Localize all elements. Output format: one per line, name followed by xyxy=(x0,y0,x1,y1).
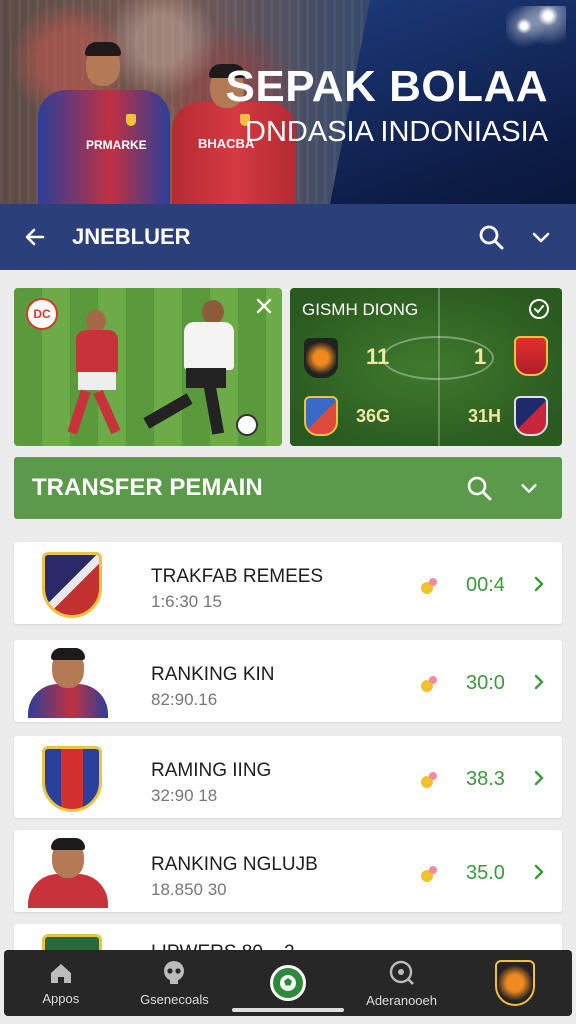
section-search-icon[interactable] xyxy=(464,473,494,503)
home-team-crest-2-icon xyxy=(304,396,338,436)
tab-label: Gsenecoals xyxy=(140,991,209,1007)
list-item[interactable]: RANKING KIN 82:90.16 30:0 xyxy=(14,640,562,722)
item-title: RANKING NGLUJB xyxy=(151,854,318,875)
chevron-right-icon[interactable] xyxy=(532,575,546,598)
item-subtitle: 32:90 18 xyxy=(151,786,218,805)
soccer-ball xyxy=(236,414,258,436)
stat-home: 36G xyxy=(356,406,391,426)
list-item[interactable]: RANKING NGLUJB 18.850 30 35.0 xyxy=(14,830,562,912)
bottom-tab-bar: Appos Gsenecoals Aderanooeh xyxy=(4,950,572,1016)
tab-label: Appos xyxy=(42,990,80,1006)
tab-search[interactable]: Aderanooeh xyxy=(352,953,452,1013)
navbar-title: JNEBLUER xyxy=(72,224,191,249)
chevron-right-icon[interactable] xyxy=(532,863,546,886)
medal-icon xyxy=(419,864,439,884)
section-chevron-down-icon[interactable] xyxy=(514,473,544,503)
hero-subtitle: DNDASIA INDONIASIA xyxy=(245,116,548,148)
hero-title: SEPAK BOLAA xyxy=(225,62,548,111)
item-title: RAMING IING xyxy=(151,760,272,781)
item-title: RANKING KIN xyxy=(151,664,275,685)
item-subtitle: 1:6:30 15 xyxy=(151,592,222,611)
item-value: 30:0 xyxy=(466,672,505,694)
chevron-right-icon[interactable] xyxy=(532,769,546,792)
list-item[interactable]: RAMING IING 32:90 18 38.3 xyxy=(14,736,562,818)
match-score-card[interactable]: GISMH DIONG 11 1 36G 31H xyxy=(290,288,562,446)
club-crest-icon xyxy=(42,746,106,812)
player-1-shirt-text: PRMARKE xyxy=(86,138,147,152)
away-team-crest-icon xyxy=(514,336,548,376)
skull-icon xyxy=(164,960,185,984)
tab-home-center[interactable] xyxy=(238,953,338,1013)
home-icon xyxy=(50,963,71,983)
top-navbar: JNEBLUER xyxy=(0,204,576,270)
away-team-crest-2-icon xyxy=(514,396,548,436)
home-team-crest-icon xyxy=(304,338,338,378)
player-red-figure xyxy=(50,310,140,440)
match-video-card[interactable]: DC xyxy=(14,288,282,446)
club-crest-icon xyxy=(42,552,106,618)
tab-goals[interactable]: Gsenecoals xyxy=(124,953,224,1013)
medal-icon xyxy=(419,674,439,694)
close-icon[interactable] xyxy=(254,296,274,321)
item-title: TRAKFAB REMEES xyxy=(151,566,324,587)
item-value: 38.3 xyxy=(466,768,505,790)
tab-club[interactable] xyxy=(465,953,565,1013)
stadium-lights xyxy=(506,6,566,56)
transfer-section-header: TRANSFER PEMAIN xyxy=(14,457,562,519)
chevron-right-icon[interactable] xyxy=(532,673,546,696)
hero-banner: PRMARKE BHACBA SEPAK BOLAA DNDASIA INDON… xyxy=(0,0,576,204)
score-away: 1 xyxy=(474,344,487,369)
player-white-figure xyxy=(140,300,250,440)
list-item[interactable]: TRAKFAB REMEES 1:6:30 15 00:4 xyxy=(14,542,562,624)
check-circle-icon[interactable] xyxy=(528,298,550,325)
club-logo-icon xyxy=(495,960,536,1006)
tab-label: Aderanooeh xyxy=(366,992,437,1008)
search-icon xyxy=(389,960,414,985)
item-subtitle: 82:90.16 xyxy=(151,690,218,709)
back-arrow-icon[interactable] xyxy=(20,222,50,252)
item-subtitle: 18.850 30 xyxy=(151,880,227,899)
search-icon[interactable] xyxy=(476,222,506,252)
chevron-down-icon[interactable] xyxy=(526,222,556,252)
score-card-title: GISMH DIONG xyxy=(302,300,419,319)
section-title: TRANSFER PEMAIN xyxy=(32,474,263,501)
stat-away: 31H xyxy=(468,406,502,426)
home-indicator xyxy=(232,1008,344,1012)
ball-icon xyxy=(269,965,306,1001)
player-avatar xyxy=(28,646,108,718)
player-avatar xyxy=(28,836,108,908)
item-value: 35.0 xyxy=(466,862,505,884)
tab-apps[interactable]: Appos xyxy=(11,953,111,1013)
item-value: 00:4 xyxy=(466,574,505,596)
medal-icon xyxy=(419,576,439,596)
score-home: 11 xyxy=(366,344,390,369)
medal-icon xyxy=(419,770,439,790)
